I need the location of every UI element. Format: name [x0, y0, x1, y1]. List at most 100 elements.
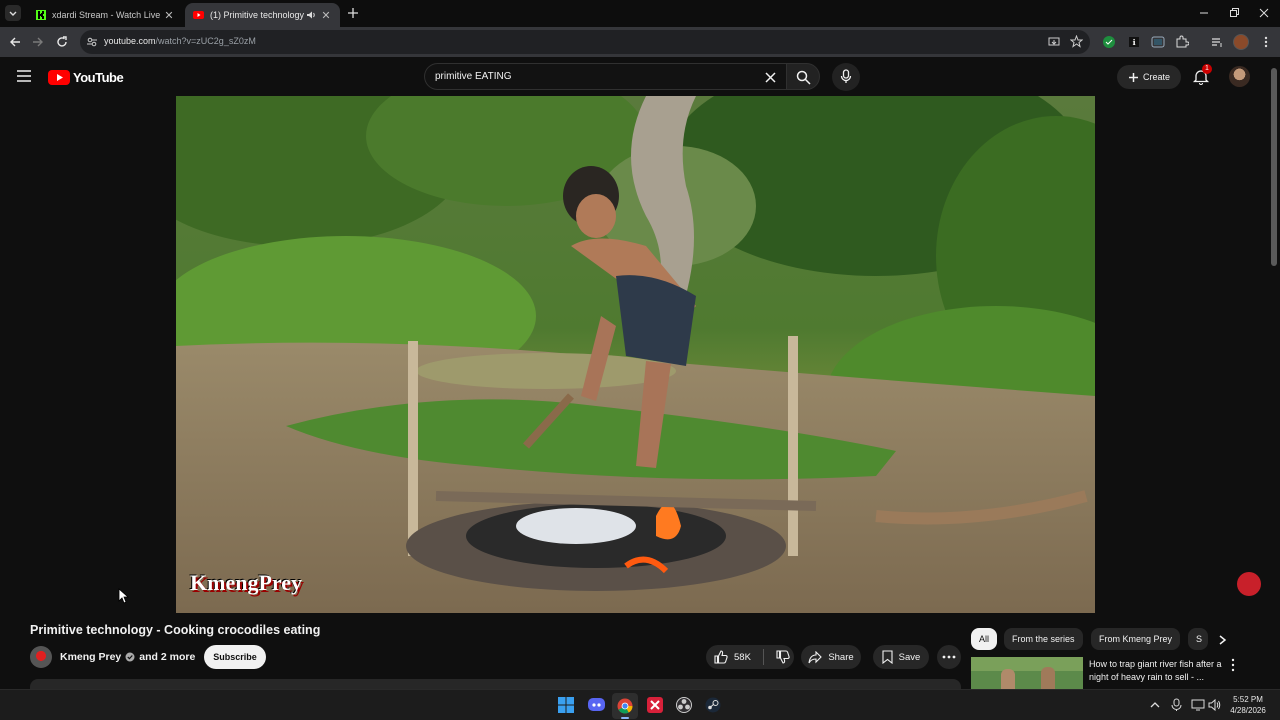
windows-taskbar: 5:52 PM 4/28/2026	[0, 689, 1280, 720]
youtube-play-logo-icon	[48, 69, 70, 85]
close-icon	[1259, 8, 1269, 18]
related-video-title[interactable]: How to trap giant river fish after a nig…	[1089, 658, 1227, 684]
tab-search-button[interactable]	[5, 5, 21, 21]
voice-search-button[interactable]	[832, 63, 860, 91]
discord-icon[interactable]	[588, 697, 605, 713]
channel-collaborators[interactable]: and 2 more	[139, 651, 195, 663]
address-bar[interactable]: youtube.com/watch?v=zUC2g_sZ0zM	[80, 30, 1090, 54]
notifications-button[interactable]: 1	[1192, 64, 1212, 86]
clock-time: 5:52 PM	[1233, 695, 1263, 704]
kebab-menu-icon[interactable]	[1259, 35, 1273, 49]
kick-logo-icon	[36, 10, 46, 20]
close-window-button[interactable]	[1257, 6, 1271, 20]
more-actions-button[interactable]	[937, 645, 961, 669]
chip-from-series[interactable]: From the series	[1004, 628, 1083, 650]
obs-studio-icon[interactable]	[676, 697, 692, 713]
install-app-icon[interactable]	[1048, 36, 1060, 48]
like-button[interactable]: 58K	[714, 650, 751, 664]
chip-from-channel[interactable]: From Kmeng Prey	[1091, 628, 1181, 650]
subscribe-label: Subscribe	[213, 652, 257, 662]
tab-title: (1) Primitive technology - C	[210, 10, 306, 20]
share-icon	[808, 650, 823, 663]
microphone-icon	[840, 69, 852, 83]
url-text[interactable]: youtube.com/watch?v=zUC2g_sZ0zM	[104, 36, 256, 46]
volume-icon[interactable]	[1208, 698, 1222, 712]
save-button[interactable]: Save	[873, 645, 929, 669]
xmind-app-icon[interactable]	[647, 697, 663, 713]
clock-date: 4/28/2026	[1230, 706, 1266, 715]
account-avatar[interactable]	[1229, 66, 1250, 87]
floating-extension-button[interactable]	[1237, 572, 1261, 596]
extension-icon[interactable]	[1151, 35, 1165, 49]
windows-start-icon[interactable]	[558, 697, 574, 713]
minimize-icon	[1200, 12, 1208, 14]
back-arrow-icon[interactable]	[8, 35, 22, 49]
plus-icon	[1128, 72, 1138, 82]
bookmark-star-icon[interactable]	[1070, 35, 1083, 48]
notification-badge: 1	[1202, 64, 1212, 74]
create-label: Create	[1142, 72, 1170, 82]
tab-title: xdardi Stream - Watch Live on K	[52, 10, 163, 20]
create-button[interactable]: Create	[1117, 65, 1181, 89]
share-button[interactable]: Share	[801, 645, 861, 669]
related-video-thumbnail[interactable]	[971, 657, 1083, 689]
channel-watermark: KmengPrey	[190, 570, 303, 595]
scrollbar-thumb[interactable]	[1271, 68, 1277, 266]
like-count: 58K	[734, 651, 751, 663]
description-box[interactable]	[30, 679, 961, 689]
chip-all[interactable]: All	[971, 628, 998, 650]
share-label: Share	[828, 651, 854, 663]
verified-badge-icon	[125, 652, 135, 662]
more-horizontal-icon	[942, 655, 956, 659]
extension-shield-icon[interactable]	[1102, 35, 1116, 49]
chip-more[interactable]: S	[1188, 628, 1208, 650]
new-tab-button[interactable]	[346, 6, 360, 20]
restore-button[interactable]	[1227, 6, 1241, 20]
restore-icon	[1230, 8, 1239, 17]
tab-youtube[interactable]: (1) Primitive technology - C ✕	[185, 3, 340, 27]
search-query: primitive EATING	[435, 71, 512, 82]
search-icon	[796, 70, 811, 85]
chevron-right-icon[interactable]	[1216, 634, 1228, 646]
steam-icon[interactable]	[705, 697, 721, 713]
minimize-button[interactable]	[1197, 6, 1211, 20]
system-clock[interactable]: 5:52 PM 4/28/2026	[1226, 694, 1270, 716]
display-icon[interactable]	[1191, 698, 1205, 712]
tab-kick-stream[interactable]: xdardi Stream - Watch Live on K ✕	[28, 3, 183, 27]
search-input[interactable]: primitive EATING	[424, 63, 786, 90]
site-info-icon[interactable]	[86, 36, 98, 48]
bookmark-icon	[882, 650, 893, 664]
plus-icon	[348, 8, 358, 18]
hamburger-menu-icon[interactable]	[16, 69, 32, 83]
video-frame	[176, 96, 1095, 613]
close-tab-icon[interactable]: ✕	[320, 9, 332, 22]
kebab-menu-icon[interactable]	[1229, 658, 1237, 672]
like-dislike-group: 58K	[706, 645, 794, 669]
profile-avatar[interactable]	[1233, 34, 1249, 50]
youtube-logo[interactable]: YouTube	[48, 69, 124, 85]
tab-strip: xdardi Stream - Watch Live on K ✕ (1) Pr…	[0, 0, 1280, 27]
video-player[interactable]: KmengPrey	[176, 96, 1095, 613]
browser-toolbar: youtube.com/watch?v=zUC2g_sZ0zM ℹ	[0, 27, 1280, 57]
thumbs-up-icon	[714, 650, 728, 664]
chrome-taskbar-button[interactable]	[612, 693, 638, 719]
media-controls-icon[interactable]	[1210, 35, 1224, 49]
forward-arrow-icon[interactable]	[31, 35, 45, 49]
chevron-up-icon[interactable]	[1150, 700, 1160, 710]
extension-icon[interactable]: ℹ	[1127, 35, 1141, 49]
microphone-icon[interactable]	[1171, 698, 1182, 712]
puzzle-extensions-icon[interactable]	[1175, 35, 1189, 49]
channel-name[interactable]: Kmeng Prey	[60, 651, 121, 663]
search-button[interactable]	[786, 63, 820, 90]
speaker-icon[interactable]	[306, 10, 316, 20]
clear-search-icon[interactable]	[765, 72, 776, 83]
youtube-favicon-icon	[193, 11, 204, 19]
page-scrollbar[interactable]	[1270, 60, 1278, 688]
youtube-header: YouTube primitive EATING Create 1	[0, 57, 1280, 96]
subscribe-button[interactable]: Subscribe	[204, 645, 266, 669]
channel-row: Kmeng Prey and 2 more	[30, 645, 195, 669]
channel-avatar[interactable]	[30, 646, 52, 668]
close-tab-icon[interactable]: ✕	[163, 9, 175, 22]
reload-icon[interactable]	[55, 35, 69, 49]
thumbs-down-icon[interactable]	[776, 650, 790, 664]
